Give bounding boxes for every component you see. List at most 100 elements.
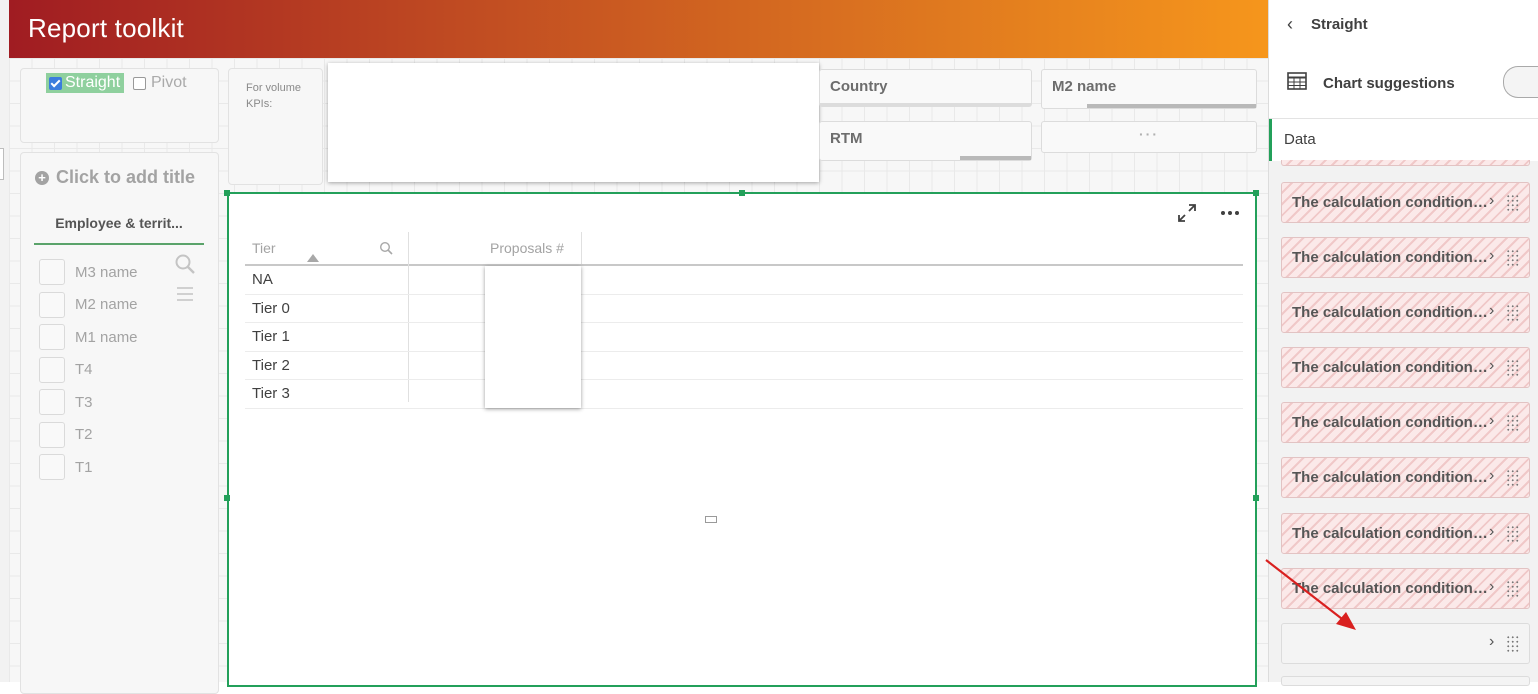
- filter-pane: + Click to add title Employee & territ..…: [20, 152, 219, 694]
- pivot-checkbox[interactable]: Pivot: [133, 73, 187, 93]
- drag-handle-icon[interactable]: [1506, 249, 1520, 267]
- table-row[interactable]: Tier 2: [245, 352, 1243, 380]
- panel-header: ‹ Straight Chart suggestions: [1269, 0, 1538, 119]
- blank-cell-popup: [485, 266, 581, 408]
- chart-suggestions-toggle[interactable]: [1503, 66, 1538, 98]
- calc-condition-item[interactable]: The calculation condition is not fulfill…: [1281, 402, 1530, 443]
- filter-checkbox[interactable]: [39, 291, 65, 318]
- m2-name-label: M2 name: [1052, 78, 1117, 95]
- chart-suggestions-icon: [1287, 72, 1307, 95]
- resize-handle[interactable]: [224, 495, 230, 501]
- drag-handle-icon[interactable]: [1506, 580, 1520, 598]
- drag-handle-icon[interactable]: [1506, 635, 1520, 653]
- filter-item-t2[interactable]: T2: [39, 419, 138, 452]
- table-header-row: Tier Proposals #: [245, 232, 1243, 402]
- table-row[interactable]: Tier 1: [245, 323, 1243, 352]
- table-object[interactable]: Tier Proposals # NA Tier 0 Tier 1 Tier 2…: [227, 192, 1257, 687]
- calc-condition-item[interactable]: The calculation condition is not fulfill…: [1281, 347, 1530, 388]
- next-item-partial: [1281, 676, 1530, 686]
- chevron-right-icon[interactable]: ›: [1489, 192, 1494, 210]
- rtm-selection-bar: [960, 156, 1031, 160]
- drag-handle-icon[interactable]: [1506, 414, 1520, 432]
- drag-handle-icon[interactable]: [1506, 304, 1520, 322]
- app-title: Report toolkit: [28, 13, 184, 43]
- filter-item-t3[interactable]: T3: [39, 386, 138, 419]
- calc-condition-item[interactable]: The calculation condition is not fulfill…: [1281, 457, 1530, 498]
- rtm-filter[interactable]: RTM: [819, 121, 1032, 161]
- chevron-right-icon[interactable]: ›: [1489, 578, 1494, 596]
- chart-suggestions-label: Chart suggestions: [1323, 75, 1455, 92]
- m2-name-filter[interactable]: M2 name: [1041, 69, 1257, 109]
- resize-handle[interactable]: [224, 190, 230, 196]
- straight-checkbox[interactable]: Straight: [46, 73, 125, 93]
- filter-item-t1[interactable]: T1: [39, 451, 138, 484]
- filter-item-t4[interactable]: T4: [39, 354, 138, 387]
- table-row[interactable]: NA: [245, 266, 1243, 295]
- country-label: Country: [830, 78, 888, 95]
- drag-handle-icon[interactable]: [1506, 525, 1520, 543]
- chevron-right-icon[interactable]: ›: [1489, 357, 1494, 375]
- filter-item-m1-name[interactable]: M1 name: [39, 321, 138, 354]
- filter-checkbox[interactable]: [39, 421, 65, 448]
- country-filter[interactable]: Country: [819, 69, 1032, 107]
- calc-condition-text: The calculation condition is not fulfill…: [1292, 414, 1488, 431]
- expand-icon[interactable]: [1176, 202, 1198, 229]
- chevron-right-icon[interactable]: ›: [1489, 302, 1494, 320]
- calc-condition-item[interactable]: The calculation condition is not fulfill…: [1281, 237, 1530, 278]
- panel-title[interactable]: Straight: [1311, 16, 1368, 33]
- data-table: Tier Proposals # NA Tier 0 Tier 1 Tier 2…: [245, 232, 1243, 409]
- resize-handle[interactable]: [1253, 495, 1259, 501]
- filter-checkbox[interactable]: [39, 454, 65, 481]
- sort-ascending-icon: [307, 254, 319, 262]
- search-icon[interactable]: [379, 241, 393, 260]
- app-header: Report toolkit: [9, 0, 1268, 58]
- chevron-right-icon[interactable]: ›: [1489, 523, 1494, 541]
- filter-item-label: T4: [75, 361, 93, 379]
- add-title-label: Click to add title: [56, 167, 196, 187]
- chevron-right-icon[interactable]: ›: [1489, 247, 1494, 265]
- calc-condition-item[interactable]: The calculation condition is not fulfill…: [1281, 292, 1530, 333]
- filter-checkbox[interactable]: [39, 389, 65, 416]
- filter-item-m3-name[interactable]: M3 name: [39, 256, 138, 289]
- column-header-tier[interactable]: Tier: [252, 232, 276, 264]
- tab-employee-territory[interactable]: Employee & territ...: [34, 215, 204, 245]
- add-title-button[interactable]: + Click to add title: [35, 167, 195, 188]
- column-header-proposals[interactable]: Proposals #: [490, 232, 564, 264]
- filter-checkbox[interactable]: [39, 356, 65, 383]
- calc-condition-text: The calculation condition is not fulfill…: [1292, 469, 1488, 486]
- table-cell: Tier 2: [252, 356, 290, 374]
- drag-handle-icon[interactable]: [1506, 469, 1520, 487]
- more-filters-button[interactable]: ···: [1041, 121, 1257, 153]
- table-cell: Tier 0: [252, 299, 290, 317]
- resize-handle[interactable]: [1253, 190, 1259, 196]
- calc-condition-item[interactable]: The calculation condition is not fulfill…: [1281, 182, 1530, 223]
- table-row[interactable]: Tier 3: [245, 380, 1243, 409]
- filter-item-m2-name[interactable]: M2 name: [39, 289, 138, 322]
- filter-checkbox[interactable]: [39, 259, 65, 286]
- drag-handle-icon[interactable]: [1506, 359, 1520, 377]
- resize-handle[interactable]: [739, 190, 745, 196]
- filter-checkbox[interactable]: [39, 324, 65, 351]
- calc-condition-item[interactable]: The calculation condition is not fulfill…: [1281, 513, 1530, 554]
- search-icon[interactable]: [173, 252, 197, 276]
- chevron-right-icon[interactable]: ›: [1489, 412, 1494, 430]
- column-separator: [581, 232, 582, 264]
- list-menu-icon[interactable]: [177, 287, 193, 305]
- blank-popup-panel: [328, 63, 819, 182]
- kpi-note-card: For volume KPIs:: [228, 68, 323, 185]
- filter-item-label: M3 name: [75, 263, 138, 281]
- tab-data[interactable]: Data: [1269, 119, 1538, 161]
- chevron-right-icon[interactable]: ›: [1489, 633, 1494, 651]
- calc-condition-text: The calculation condition is not fulfill…: [1292, 194, 1488, 211]
- plus-circle-icon: +: [35, 170, 49, 185]
- checkbox-unchecked-icon: [133, 76, 146, 90]
- straight-label: Straight: [65, 74, 121, 91]
- back-chevron-icon[interactable]: ‹: [1287, 14, 1293, 35]
- left-edge-marker: [0, 148, 4, 180]
- checkbox-checked-icon: [49, 76, 62, 90]
- more-options-icon[interactable]: [1219, 202, 1241, 229]
- table-row[interactable]: Tier 0: [245, 295, 1243, 323]
- drag-handle-icon[interactable]: [1506, 194, 1520, 212]
- chevron-right-icon[interactable]: ›: [1489, 467, 1494, 485]
- cursor-marker: [705, 516, 717, 523]
